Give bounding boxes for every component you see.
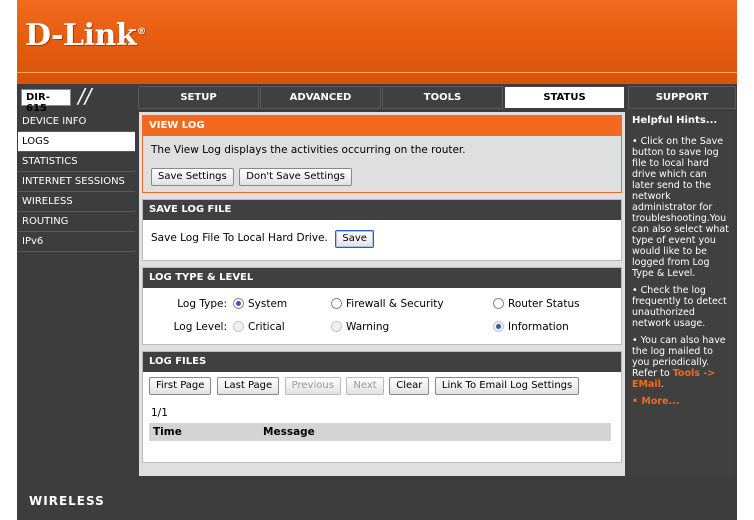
footer-brand: WIRELESS [29,494,105,508]
page-indicator: 1/1 [151,407,168,419]
nav-internet-sessions[interactable]: INTERNET SESSIONS [18,172,135,192]
nav-routing[interactable]: ROUTING [18,212,135,232]
dont-save-settings-button[interactable]: Don't Save Settings [239,168,352,186]
radio-system[interactable]: System [233,298,317,310]
radio-system-circle[interactable] [233,298,244,309]
header: D-Link® [17,0,737,84]
next-button[interactable]: Next [346,377,384,395]
model-name: DIR-615 [21,89,71,114]
log-level-row: Log Level: Critical Warning Information [151,315,613,338]
log-type-section: LOG TYPE & LEVEL Log Type: System Firewa… [142,267,622,345]
hint-email: • You can also have the log mailed to yo… [632,335,726,390]
header-divider [17,72,737,73]
more-link[interactable]: • More... [632,396,731,407]
tab-support[interactable]: SUPPORT [628,86,736,109]
save-log-title: SAVE LOG FILE [143,200,621,220]
view-log-section: VIEW LOG The View Log displays the activ… [142,115,622,193]
log-table-header: Time Message [149,423,611,441]
tab-tools[interactable]: TOOLS [382,86,503,109]
tab-advanced[interactable]: ADVANCED [260,86,381,109]
tab-setup[interactable]: SETUP [138,86,259,109]
main-content: VIEW LOG The View Log displays the activ… [139,112,625,476]
helpful-hints: Helpful Hints... • Click on the Save but… [628,112,735,476]
nav-wireless[interactable]: WIRELESS [18,192,135,212]
radio-firewall-security[interactable]: Firewall & Security [331,298,493,310]
nav-logs[interactable]: LOGS [18,132,135,152]
log-type-title: LOG TYPE & LEVEL [143,268,621,288]
footer: WIRELESS [17,478,737,520]
col-message: Message [263,426,315,438]
radio-router-status[interactable]: Router Status [493,298,580,310]
log-type-row: Log Type: System Firewall & Security Rou… [151,292,613,315]
previous-button[interactable]: Previous [284,377,341,395]
radio-warning-circle[interactable] [331,321,342,332]
radio-critical-circle[interactable] [233,321,244,332]
first-page-button[interactable]: First Page [149,377,212,395]
nav-ipv6[interactable]: IPv6 [18,232,135,252]
save-log-text: Save Log File To Local Hard Drive. [151,232,328,244]
hint-check: • Check the log frequently to detect una… [632,285,727,329]
link-email-log-settings-button[interactable]: Link To Email Log Settings [434,377,580,395]
view-log-description: The View Log displays the activities occ… [151,144,466,156]
left-nav: DEVICE INFO LOGS STATISTICS INTERNET SES… [18,112,135,476]
tab-status[interactable]: STATUS [504,86,625,109]
model-slashes: // [78,84,92,108]
radio-critical[interactable]: Critical [233,321,317,333]
clear-button[interactable]: Clear [389,377,430,395]
model-label: DIR-615 // [18,84,135,114]
log-type-label: Log Type: [177,297,227,310]
hints-title: Helpful Hints... [632,115,718,126]
hint-save: • Click on the Save button to save log f… [632,136,729,279]
save-log-section: SAVE LOG FILE Save Log File To Local Har… [142,199,622,261]
view-log-title: VIEW LOG [143,116,621,136]
dlink-logo: D-Link® [25,18,146,53]
radio-information[interactable]: Information [493,321,569,333]
top-nav: DIR-615 // SETUP ADVANCED TOOLS STATUS S… [17,84,737,114]
last-page-button[interactable]: Last Page [216,377,280,395]
log-files-section: LOG FILES First Page Last Page Previous … [142,351,622,463]
log-table: Time Message [149,423,611,441]
radio-information-circle[interactable] [493,321,504,332]
log-level-label: Log Level: [173,320,227,333]
nav-statistics[interactable]: STATISTICS [18,152,135,172]
radio-router-status-circle[interactable] [493,298,504,309]
save-log-button[interactable]: Save [335,230,374,248]
nav-device-info[interactable]: DEVICE INFO [18,112,135,132]
radio-firewall-circle[interactable] [331,298,342,309]
radio-warning[interactable]: Warning [331,321,493,333]
router-page: D-Link® DIR-615 // SETUP ADVANCED TOOLS … [17,0,737,520]
log-files-title: LOG FILES [143,352,621,372]
save-settings-button[interactable]: Save Settings [151,168,234,186]
col-time: Time [153,426,182,438]
